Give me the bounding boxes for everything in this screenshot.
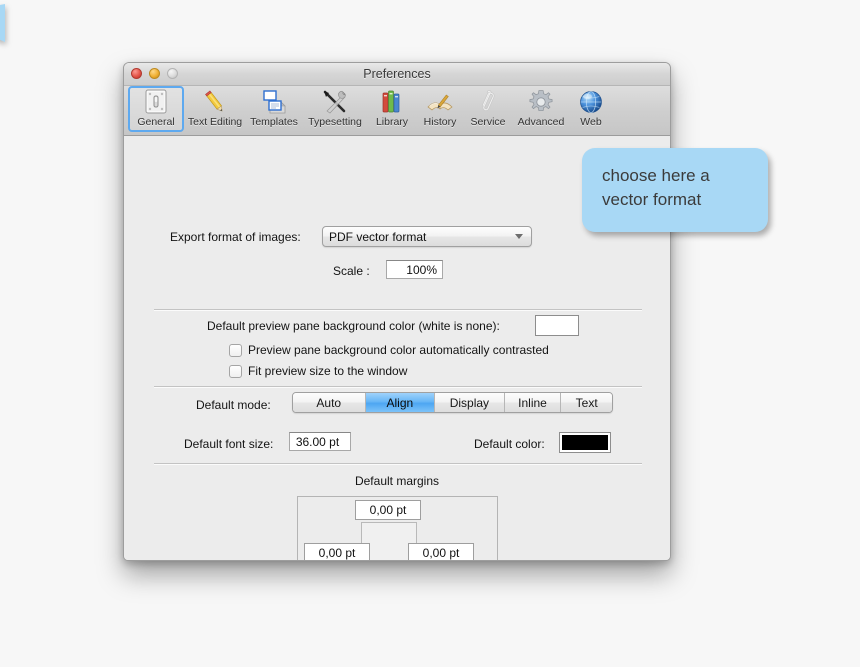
globe-icon (576, 88, 606, 115)
checkbox-row-contrasted[interactable]: Preview pane background color automatica… (229, 343, 549, 357)
toolbar-item-general[interactable]: General (128, 86, 184, 132)
close-button-icon[interactable] (131, 68, 142, 79)
scale-label: Scale : (333, 264, 370, 278)
contrasted-checkbox[interactable] (229, 343, 242, 357)
preferences-toolbar: General Text Editing Templates Typesetti… (124, 86, 670, 136)
toolbar-label-text-editing: Text Editing (187, 116, 243, 128)
margins-title: Default margins (354, 474, 440, 488)
toolbar-label-general: General (137, 116, 175, 128)
fit-preview-label: Fit preview size to the window (248, 364, 408, 378)
preferences-window: Preferences General Text Editing Templat… (123, 62, 671, 561)
font-size-label: Default font size: (184, 437, 274, 451)
toolbar-label-library: Library (375, 116, 409, 128)
mode-segment-display[interactable]: Display (435, 393, 505, 412)
window-titlebar[interactable]: Preferences (124, 63, 670, 86)
margin-left-input[interactable]: 0,00 pt (304, 543, 370, 560)
books-icon (377, 88, 407, 115)
section-divider-3 (154, 463, 642, 465)
toolbar-label-typesetting: Typesetting (308, 116, 362, 128)
callout-bubble: choose here a vector format (582, 148, 768, 232)
toolbar-item-typesetting[interactable]: Typesetting (302, 86, 368, 132)
default-color-label: Default color: (474, 437, 545, 451)
font-size-input[interactable]: 36.00 pt (289, 432, 351, 451)
scale-value: 100% (406, 262, 437, 277)
toolbar-label-history: History (423, 116, 457, 128)
font-size-value: 36.00 pt (295, 434, 340, 449)
mode-segment-inline[interactable]: Inline (504, 393, 562, 412)
margin-left-value: 0,00 pt (318, 546, 356, 560)
checkbox-row-fit-preview[interactable]: Fit preview size to the window (229, 364, 407, 378)
margin-right-value: 0,00 pt (422, 546, 460, 560)
default-mode-segmented-control[interactable]: Auto Align Display Inline Text (292, 392, 613, 413)
toolbar-label-templates: Templates (250, 116, 298, 128)
toolbar-item-templates[interactable]: Templates (246, 86, 302, 132)
gear-icon (526, 88, 556, 115)
toolbar-item-text-editing[interactable]: Text Editing (184, 86, 246, 132)
scale-input[interactable]: 100% (386, 260, 443, 279)
zoom-button-icon[interactable] (167, 68, 178, 79)
export-format-label: Export format of images: (170, 230, 301, 244)
margin-top-value: 0,00 pt (369, 503, 407, 517)
mode-segment-align[interactable]: Align (365, 393, 436, 412)
open-book-icon (425, 88, 455, 115)
callout-text: choose here a vector format (602, 166, 710, 209)
margin-right-input[interactable]: 0,00 pt (408, 543, 474, 560)
callout-tail (0, 4, 5, 42)
paperclip-icon (473, 88, 503, 115)
preview-bg-swatch (538, 318, 576, 333)
section-divider-2 (154, 386, 642, 388)
toolbar-label-advanced: Advanced (517, 116, 565, 128)
minimize-button-icon[interactable] (149, 68, 160, 79)
export-format-dropdown[interactable]: PDF vector format (322, 226, 532, 247)
default-mode-label: Default mode: (196, 398, 271, 412)
toolbar-item-library[interactable]: Library (368, 86, 416, 132)
default-colorwell[interactable] (559, 432, 611, 453)
margins-group: 0,00 pt 0,00 pt 0,00 pt 0,00 pt (297, 496, 498, 560)
preview-bg-colorwell[interactable] (535, 315, 579, 336)
export-format-value: PDF vector format (329, 229, 427, 244)
toolbar-label-service: Service (470, 116, 506, 128)
window-controls (131, 68, 178, 79)
tools-icon (320, 88, 350, 115)
default-color-swatch (562, 435, 608, 450)
fit-preview-checkbox[interactable] (229, 364, 242, 378)
mode-segment-auto[interactable]: Auto (293, 393, 366, 412)
chevron-down-icon (515, 234, 523, 239)
toolbar-item-service[interactable]: Service (464, 86, 512, 132)
documents-icon (259, 88, 289, 115)
toolbar-label-web: Web (580, 116, 602, 128)
preview-bg-label: Default preview pane background color (w… (207, 319, 500, 333)
toolbar-item-web[interactable]: Web (570, 86, 612, 132)
mode-segment-text[interactable]: Text (561, 393, 612, 412)
switchplate-icon (141, 88, 171, 115)
section-divider-1 (154, 309, 642, 311)
toolbar-item-advanced[interactable]: Advanced (512, 86, 570, 132)
toolbar-item-history[interactable]: History (416, 86, 464, 132)
window-title: Preferences (363, 67, 431, 81)
pencil-icon (200, 88, 230, 115)
contrasted-label: Preview pane background color automatica… (248, 343, 549, 357)
margin-top-input[interactable]: 0,00 pt (355, 500, 421, 520)
